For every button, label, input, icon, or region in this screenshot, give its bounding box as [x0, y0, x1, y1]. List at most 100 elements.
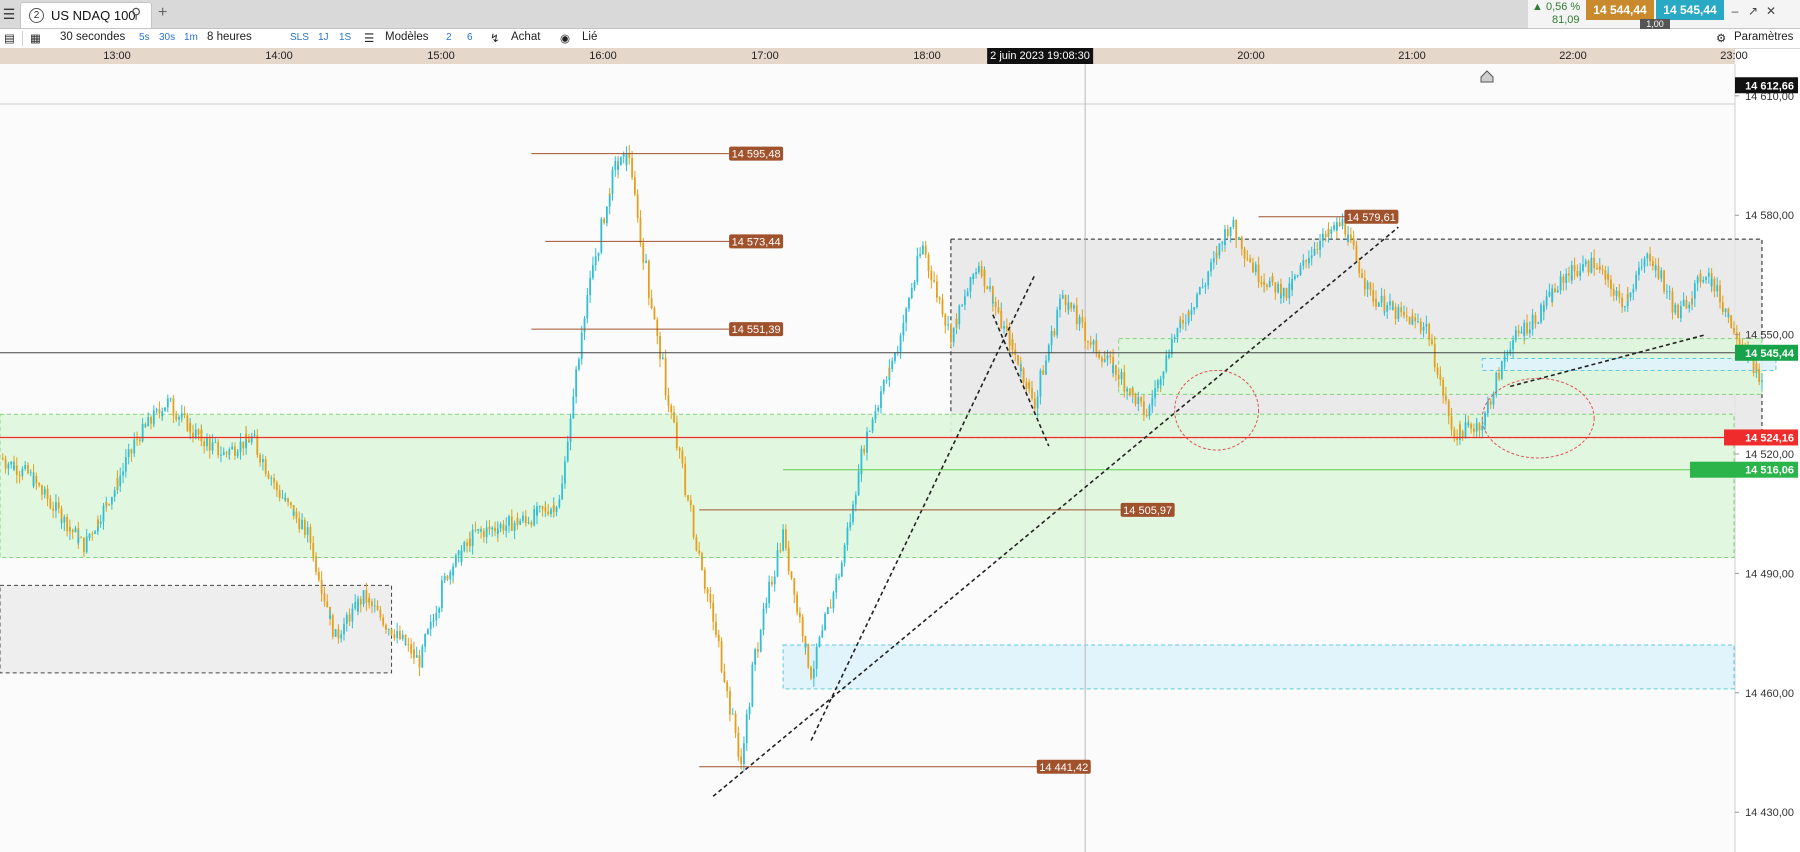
- candle-body: [270, 478, 273, 479]
- candle-body: [1204, 285, 1207, 287]
- link-button[interactable]: Lié: [582, 31, 597, 43]
- candle-body: [505, 525, 508, 531]
- models-button[interactable]: Modèles: [385, 31, 428, 43]
- candle-body: [1285, 287, 1288, 299]
- eye-icon[interactable]: ◉: [560, 31, 570, 45]
- candle-body: [155, 409, 158, 411]
- layout-icon[interactable]: ▦: [30, 31, 41, 45]
- candle-body: [116, 478, 119, 487]
- candle-body: [1126, 388, 1128, 392]
- candle-body: [762, 608, 765, 630]
- menu-button[interactable]: ☰: [0, 0, 18, 28]
- candle-body: [1425, 324, 1428, 327]
- price-chart[interactable]: 14 595,48 14 573,44 14 551,39 14 579,61 14 5…: [0, 64, 1800, 852]
- list-icon[interactable]: ▤: [4, 31, 15, 45]
- candle-body: [1168, 354, 1170, 358]
- candle-body: [1607, 274, 1610, 280]
- candle-body: [1254, 264, 1257, 273]
- candle-body: [1120, 372, 1123, 380]
- candle-body: [105, 502, 108, 505]
- candle-body: [169, 398, 172, 400]
- candle-body: [1355, 250, 1358, 262]
- candle-body: [1758, 368, 1761, 382]
- candle-body: [1570, 265, 1573, 281]
- candle-body: [1643, 258, 1646, 266]
- quick-1j[interactable]: 1J: [318, 32, 329, 43]
- change-percent: ▲ 0,56 %: [1532, 1, 1581, 13]
- candle-body: [150, 417, 152, 424]
- candle-body: [1691, 298, 1693, 300]
- candle-body: [966, 291, 969, 297]
- candle-body: [1495, 372, 1498, 382]
- candle-body: [1260, 281, 1263, 284]
- candle-body: [348, 616, 351, 622]
- candle-body: [1274, 282, 1277, 293]
- time-label: 18:00: [913, 50, 941, 62]
- change-points: 81,09: [1552, 14, 1580, 26]
- interval-30s[interactable]: 30s: [159, 32, 175, 43]
- candle-body: [1707, 272, 1710, 277]
- candle-body: [1056, 309, 1059, 320]
- sell-price-button[interactable]: 14 544,44: [1586, 0, 1654, 20]
- candle-body: [782, 529, 784, 551]
- interval-1m[interactable]: 1m: [184, 32, 198, 43]
- candle-body: [880, 391, 882, 404]
- candle-body: [99, 521, 102, 524]
- candle-body: [919, 253, 922, 256]
- sliders-icon[interactable]: ☰: [364, 31, 374, 45]
- candle-body: [894, 352, 896, 361]
- search-icon[interactable]: ⚲: [131, 5, 141, 22]
- candle-body: [1671, 300, 1674, 313]
- candle-body: [888, 367, 891, 369]
- interval-5s[interactable]: 5s: [139, 32, 150, 43]
- candle-body: [815, 646, 818, 650]
- interval-select[interactable]: 30 secondes: [60, 31, 125, 43]
- candle-body: [656, 325, 659, 336]
- candle-body: [80, 537, 83, 539]
- candle-body: [1464, 422, 1467, 438]
- model-count-6[interactable]: 6: [467, 32, 473, 43]
- settings-button[interactable]: Paramètres: [1734, 31, 1793, 43]
- candle-body: [29, 472, 32, 474]
- candle-body: [1735, 332, 1738, 339]
- candle-body: [10, 461, 13, 465]
- order-icon[interactable]: ↯: [490, 31, 500, 45]
- candle-body: [1677, 304, 1679, 319]
- plus-icon[interactable]: +: [158, 4, 167, 22]
- candle-body: [566, 441, 569, 462]
- candle-body: [712, 608, 715, 622]
- gear-icon[interactable]: ⚙: [1716, 31, 1726, 45]
- quick-1s[interactable]: 1S: [339, 32, 351, 43]
- candle-body: [1523, 322, 1526, 336]
- tab-us-ndaq-100[interactable]: 2 US NDAQ 100 ⚲: [20, 2, 152, 28]
- candle-body: [812, 668, 815, 679]
- candle-body: [983, 269, 986, 287]
- candle-body: [944, 319, 947, 326]
- detach-icon[interactable]: ↗: [1744, 4, 1762, 18]
- candle-body: [1688, 304, 1691, 309]
- candle-body: [798, 612, 801, 618]
- candle-body: [1665, 291, 1668, 293]
- candle-body: [1084, 332, 1087, 342]
- buy-price-button[interactable]: 14 545,44: [1656, 0, 1724, 20]
- order-button[interactable]: Achat: [511, 31, 540, 43]
- model-count-2[interactable]: 2: [446, 32, 452, 43]
- close-icon[interactable]: ✕: [1762, 4, 1780, 18]
- minimize-icon[interactable]: –: [1726, 4, 1744, 18]
- chart-area[interactable]: 14 595,48 14 573,44 14 551,39 14 579,61 14 5…: [0, 64, 1800, 852]
- candle-body: [1512, 340, 1514, 350]
- candle-body: [365, 590, 368, 603]
- candle-body: [667, 395, 670, 406]
- candle-body: [261, 459, 264, 463]
- candle-body: [474, 529, 477, 531]
- candle-body: [133, 439, 136, 448]
- candle-body: [1419, 326, 1422, 331]
- level-label: 14 505,97: [1123, 505, 1172, 517]
- candle-body: [1031, 387, 1033, 399]
- candle-body: [936, 284, 938, 298]
- candle-body: [701, 553, 703, 570]
- period-select[interactable]: 8 heures: [207, 31, 252, 43]
- quick-sls[interactable]: SLS: [290, 32, 309, 43]
- candle-body: [586, 295, 589, 319]
- candle-body: [745, 714, 748, 744]
